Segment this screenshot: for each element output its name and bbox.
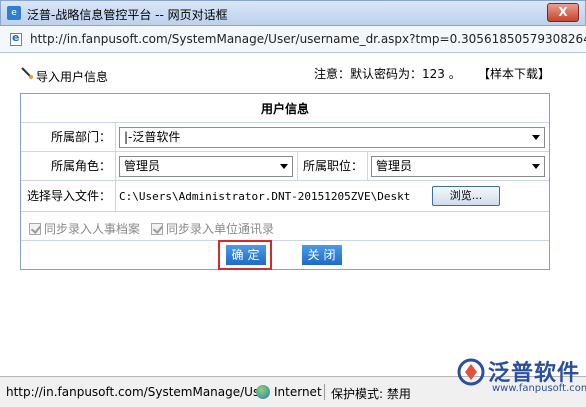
wand-icon [21, 67, 33, 79]
department-row: 所属部门： |-泛普软件 [21, 122, 549, 151]
logo-mark-icon [457, 358, 485, 386]
app-icon: e [7, 6, 21, 20]
address-url: http://in.fanpusoft.com/SystemManage/Use… [30, 32, 586, 46]
ie-page-icon [10, 31, 22, 46]
browse-button[interactable]: 浏览... [432, 186, 500, 206]
address-bar: http://in.fanpusoft.com/SystemManage/Use… [0, 26, 586, 53]
chevron-down-icon [532, 164, 540, 169]
department-value: |-泛普软件 [124, 130, 181, 144]
role-position-row: 所属角色： 管理员 所属职位： 管理员 [21, 151, 549, 180]
department-select[interactable]: |-泛普软件 [119, 127, 545, 148]
role-value: 管理员 [124, 159, 161, 173]
file-row: 选择导入文件： C:\Users\Administrator.DNT-20151… [21, 180, 549, 211]
department-label: 所属部门： [50, 130, 111, 144]
dialog-title: 泛普-战略信息管控平台 -- 网页对话框 [27, 8, 228, 22]
position-value: 管理员 [376, 159, 413, 173]
header-row: 导入用户信息 注意：默认密码为：123 。 【样本下载】 [20, 61, 560, 85]
actions-row: 确定 关闭 [21, 240, 549, 270]
security-zone: Internet [274, 385, 322, 399]
sync-contacts-label: 同步录入单位通讯录 [166, 222, 275, 236]
divider [115, 123, 116, 151]
divider [115, 181, 116, 211]
sync-hr-checkbox[interactable]: 同步录入人事档案 [29, 220, 141, 236]
protected-mode: 保护模式: 禁用 [331, 387, 411, 401]
status-divider [324, 384, 325, 400]
globe-icon [256, 385, 270, 399]
ok-button[interactable]: 确定 [226, 245, 266, 265]
close-window-button[interactable]: X [547, 3, 579, 22]
file-label: 选择导入文件： [26, 189, 111, 203]
chevron-down-icon [532, 135, 540, 140]
sample-download-link[interactable]: 【样本下载】 [478, 65, 550, 82]
file-path-input[interactable]: C:\Users\Administrator.DNT-20151205ZVE\D… [119, 186, 435, 207]
logo-url: www.fanpusoft.com [492, 383, 586, 394]
sync-hr-label: 同步录入人事档案 [44, 222, 141, 236]
position-label: 所属职位： [302, 159, 363, 173]
checkbox-checked-icon [29, 223, 41, 235]
divider [367, 152, 368, 180]
user-info-form: 用户信息 所属部门： |-泛普软件 所属角色： 管理员 所属职位： 管理员 选择… [20, 93, 550, 270]
dialog-content: 导入用户信息 注意：默认密码为：123 。 【样本下载】 用户信息 所属部门： … [0, 53, 586, 376]
sync-options-row: 同步录入人事档案 同步录入单位通讯录 [21, 211, 549, 240]
role-label: 所属角色： [50, 159, 111, 173]
password-note: 注意：默认密码为：123 。 [314, 67, 461, 81]
page-title: 导入用户信息 [36, 70, 109, 84]
close-button[interactable]: 关闭 [302, 245, 342, 265]
checkbox-checked-icon [151, 223, 163, 235]
sync-contacts-checkbox[interactable]: 同步录入单位通讯录 [151, 220, 275, 236]
position-select[interactable]: 管理员 [371, 156, 545, 177]
chevron-down-icon [280, 164, 288, 169]
section-title: 用户信息 [260, 102, 309, 116]
divider [115, 152, 116, 180]
status-url: http://in.fanpusoft.com/SystemManage/Us [6, 385, 260, 399]
dialog-titlebar: e 泛普-战略信息管控平台 -- 网页对话框 X [0, 0, 586, 26]
role-select[interactable]: 管理员 [119, 156, 293, 177]
form-header-row: 用户信息 [21, 94, 549, 122]
brand-logo: 泛普软件 www.fanpusoft.com [456, 353, 586, 403]
